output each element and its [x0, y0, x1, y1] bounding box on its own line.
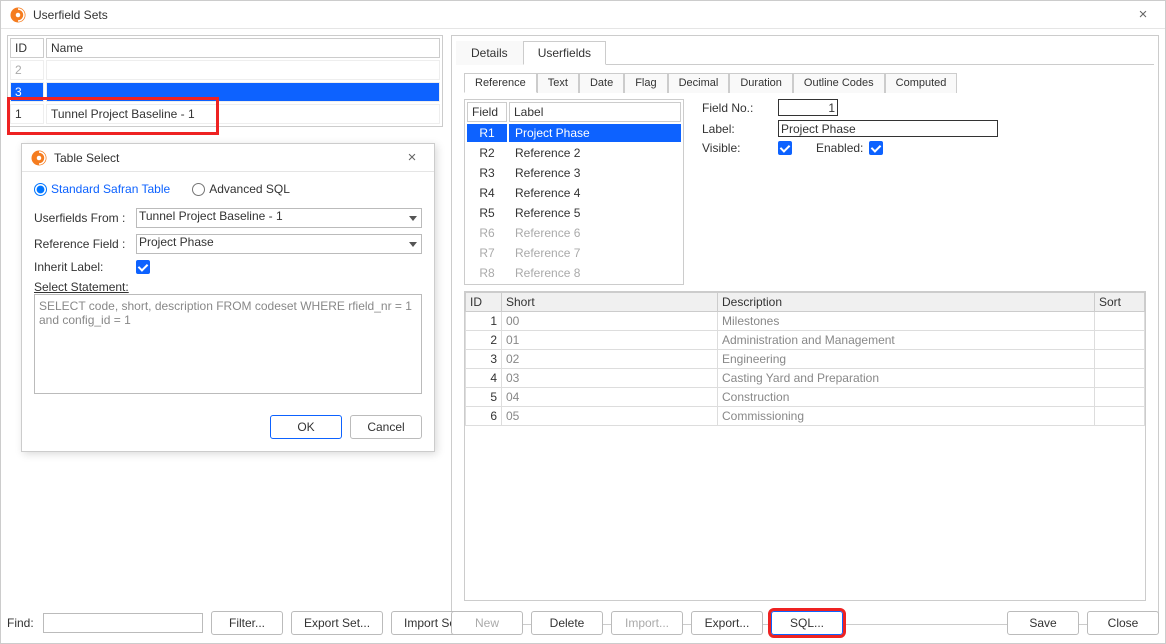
table-row[interactable]: 1Tunnel Project Baseline - 1 [10, 104, 440, 124]
subtab-decimal[interactable]: Decimal [668, 73, 730, 93]
table-row[interactable]: 201Administration and Management [466, 331, 1145, 350]
reference-field-combo[interactable]: Project Phase [136, 234, 422, 254]
subtab-text[interactable]: Text [537, 73, 579, 93]
delete-button[interactable]: Delete [531, 611, 603, 635]
sql-textarea[interactable] [34, 294, 422, 394]
userfields-from-combo[interactable]: Tunnel Project Baseline - 1 [136, 208, 422, 228]
new-button: New [451, 611, 523, 635]
enabled-checkbox[interactable] [869, 141, 883, 155]
sql-button[interactable]: SQL... [771, 611, 843, 635]
subtab-flag[interactable]: Flag [624, 73, 667, 93]
field-row[interactable]: R2Reference 2 [467, 144, 681, 162]
col-name[interactable]: Name [46, 38, 440, 58]
close-button[interactable]: Close [1087, 611, 1159, 635]
table-row[interactable]: 100Milestones [466, 312, 1145, 331]
col-description[interactable]: Description [718, 293, 1095, 312]
field-row[interactable]: R1Project Phase [467, 124, 681, 142]
export-set-button[interactable]: Export Set... [291, 611, 383, 635]
col-id[interactable]: ID [10, 38, 44, 58]
field-no-input[interactable] [778, 99, 838, 116]
label-input[interactable] [778, 120, 998, 137]
col-short[interactable]: Short [502, 293, 718, 312]
table-row[interactable]: 302Engineering [466, 350, 1145, 369]
col-sort[interactable]: Sort [1095, 293, 1145, 312]
field-row[interactable]: R3Reference 3 [467, 164, 681, 182]
export-button[interactable]: Export... [691, 611, 763, 635]
import-button: Import... [611, 611, 683, 635]
cancel-button[interactable]: Cancel [350, 415, 422, 439]
dialog-title: Table Select [54, 151, 398, 165]
dialog-close-button[interactable]: × [398, 149, 426, 166]
field-row[interactable]: R8Reference 8 [467, 264, 681, 282]
field-row[interactable]: R4Reference 4 [467, 184, 681, 202]
label-label: Label: [702, 122, 772, 136]
table-select-dialog: Table Select × Standard Safran Table Adv… [21, 143, 435, 452]
main-titlebar: Userfield Sets × [1, 1, 1165, 29]
reference-data-grid[interactable]: ID Short Description Sort 100Milestones2… [464, 291, 1146, 601]
field-row[interactable]: R5Reference 5 [467, 204, 681, 222]
inherit-label-checkbox[interactable] [136, 260, 150, 274]
window-title: Userfield Sets [33, 8, 1129, 22]
tab-userfields[interactable]: Userfields [523, 41, 606, 65]
table-row[interactable]: 3 [10, 82, 440, 102]
field-row[interactable]: R7Reference 7 [467, 244, 681, 262]
userfields-from-label: Userfields From : [34, 211, 130, 225]
window-close-button[interactable]: × [1129, 6, 1157, 23]
find-label: Find: [7, 616, 35, 630]
select-statement-label: Select Statement: [34, 280, 422, 294]
table-row[interactable]: 605Commissioning [466, 407, 1145, 426]
subtab-duration[interactable]: Duration [729, 73, 793, 93]
inherit-label-label: Inherit Label: [34, 260, 130, 274]
field-no-label: Field No.: [702, 101, 772, 115]
subtab-date[interactable]: Date [579, 73, 624, 93]
tab-strip: Details Userfields [456, 40, 1154, 65]
field-row[interactable]: R6Reference 6 [467, 224, 681, 242]
enabled-label: Enabled: [816, 141, 863, 155]
app-icon [9, 6, 27, 24]
reference-field-label: Reference Field : [34, 237, 130, 251]
subtab-strip: ReferenceTextDateFlagDecimalDurationOutl… [464, 73, 1146, 93]
col-field[interactable]: Field [467, 102, 507, 122]
col-id[interactable]: ID [466, 293, 502, 312]
visible-checkbox[interactable] [778, 141, 792, 155]
field-list[interactable]: Field Label R1Project Phase R2Reference 2… [464, 99, 684, 285]
save-button[interactable]: Save [1007, 611, 1079, 635]
find-input[interactable] [43, 613, 203, 633]
radio-advanced-sql[interactable]: Advanced SQL [192, 182, 290, 196]
subtab-outline-codes[interactable]: Outline Codes [793, 73, 885, 93]
col-label[interactable]: Label [509, 102, 681, 122]
app-icon [30, 149, 48, 167]
table-row[interactable]: 2 [10, 60, 440, 80]
table-row[interactable]: 403Casting Yard and Preparation [466, 369, 1145, 388]
tab-details[interactable]: Details [456, 41, 523, 65]
ok-button[interactable]: OK [270, 415, 342, 439]
subtab-reference[interactable]: Reference [464, 73, 537, 93]
radio-standard-table[interactable]: Standard Safran Table [34, 182, 170, 196]
userfield-sets-grid[interactable]: ID Name 231Tunnel Project Baseline - 1 [7, 35, 443, 127]
subtab-computed[interactable]: Computed [885, 73, 958, 93]
filter-button[interactable]: Filter... [211, 611, 283, 635]
table-row[interactable]: 504Construction [466, 388, 1145, 407]
visible-label: Visible: [702, 141, 772, 155]
